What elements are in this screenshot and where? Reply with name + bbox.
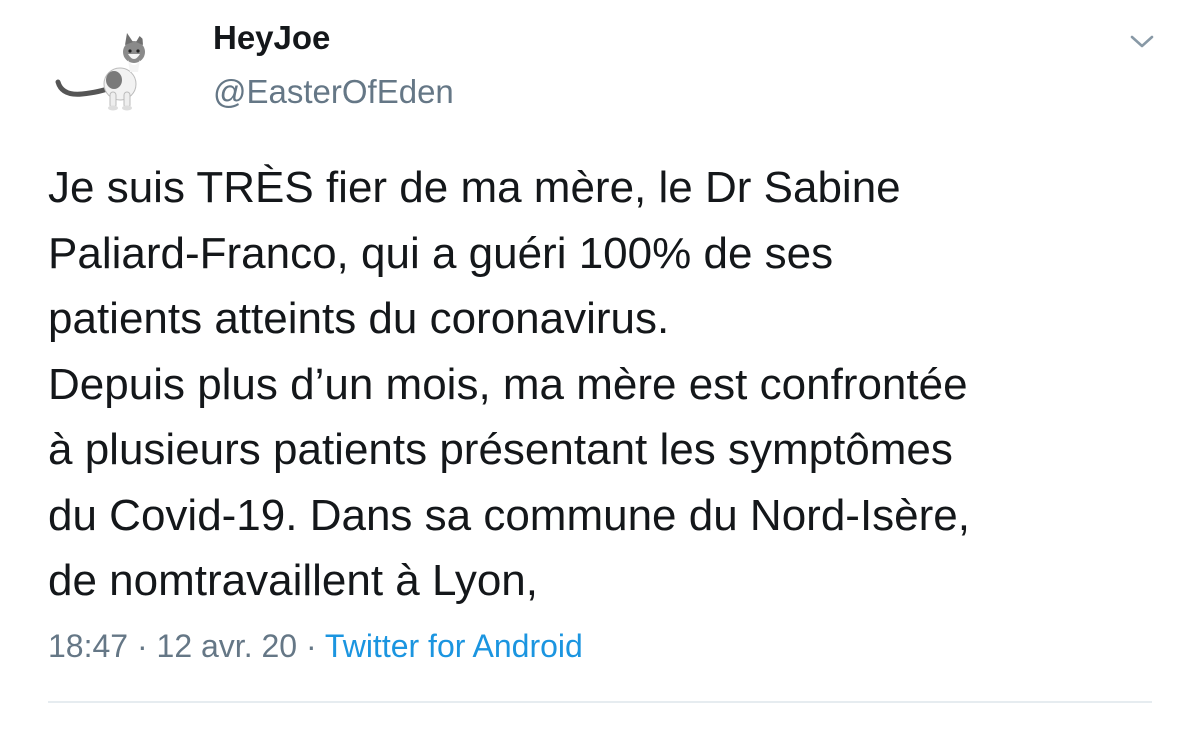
display-name[interactable]: HeyJoe bbox=[213, 18, 330, 58]
meta-separator: · bbox=[136, 628, 148, 664]
tweet-date[interactable]: 12 avr. 20 bbox=[157, 628, 298, 664]
tweet-text-line: Paliard-Franco, qui a guéri 100% de ses bbox=[48, 228, 834, 278]
tweet-text-line: de nomtravaillent à Lyon, bbox=[48, 556, 538, 605]
cat-avatar-icon bbox=[55, 32, 145, 111]
tweet-text-line: patients atteints du coronavirus. bbox=[48, 294, 670, 343]
tweet-text-line: Depuis plus d’un mois, ma mère est confr… bbox=[48, 359, 968, 409]
avatar[interactable] bbox=[48, 22, 158, 132]
tweet-meta: 18:47 · 12 avr. 20 · Twitter for Android bbox=[48, 624, 583, 668]
chevron-down-icon bbox=[1130, 35, 1154, 48]
tweet-menu-button[interactable] bbox=[1124, 24, 1160, 60]
user-handle[interactable]: @EasterOfEden bbox=[213, 72, 454, 112]
tweet-source-link[interactable]: Twitter for Android bbox=[325, 628, 583, 664]
tweet-text-line: à plusieurs patients présentant les symp… bbox=[48, 425, 953, 474]
tweet-text: Je suis TRÈS fier de ma mère, le Dr Sabi… bbox=[48, 155, 1168, 614]
meta-separator: · bbox=[305, 628, 317, 664]
tweet-time[interactable]: 18:47 bbox=[48, 628, 128, 664]
tweet-text-line: du Covid-19. Dans sa commune du Nord-Isè… bbox=[48, 490, 970, 540]
divider bbox=[48, 701, 1152, 703]
tweet-text-line: Je suis TRÈS fier de ma mère, le Dr Sabi… bbox=[48, 163, 901, 212]
tweet: HeyJoe @EasterOfEden Je suis TRÈS fier d… bbox=[0, 0, 1200, 730]
